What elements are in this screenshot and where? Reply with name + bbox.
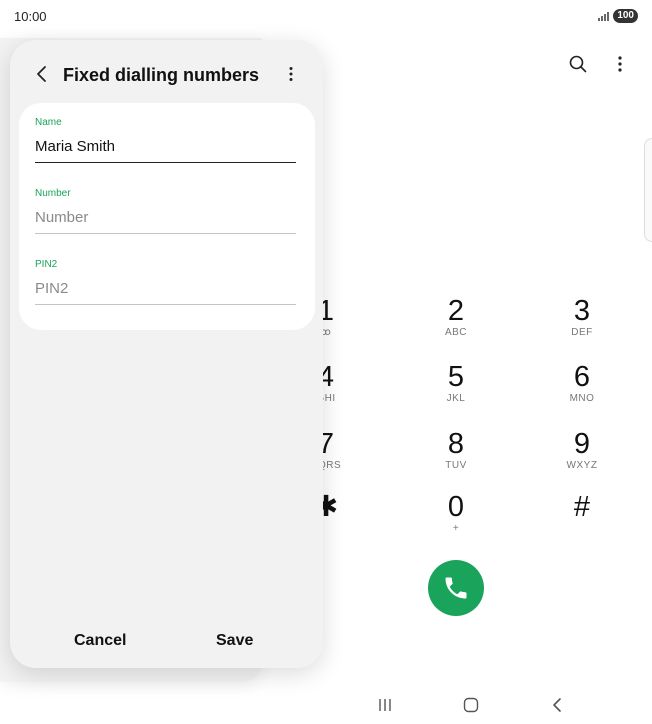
key-letters: JKL xyxy=(446,393,466,404)
number-field-group: Number xyxy=(35,188,296,234)
nav-back-icon[interactable] xyxy=(542,694,572,716)
pin2-field-group: PIN2 xyxy=(35,259,296,305)
form-card: Name Number PIN2 xyxy=(19,103,315,330)
key-letters: ABC xyxy=(444,327,468,338)
key-letters: TUV xyxy=(445,460,467,471)
fixed-dialling-dialog: Fixed dialling numbers Name Number PIN2 … xyxy=(10,40,323,668)
dialog-actions: Cancel Save xyxy=(10,632,323,656)
more-vertical-icon[interactable] xyxy=(281,63,301,85)
search-icon[interactable] xyxy=(566,52,590,76)
key-2[interactable]: 2 ABC xyxy=(396,296,516,352)
edge-panel-handle[interactable] xyxy=(644,138,652,242)
status-time: 10:00 xyxy=(14,9,47,24)
key-5[interactable]: 5 JKL xyxy=(396,362,516,418)
key-9[interactable]: 9 WXYZ xyxy=(522,429,642,485)
call-button[interactable] xyxy=(428,560,484,616)
pin2-label: PIN2 xyxy=(35,259,58,270)
key-letters: WXYZ xyxy=(566,460,598,471)
name-input[interactable] xyxy=(35,128,296,163)
key-letters: MNO xyxy=(569,393,595,404)
dialer-toolbar xyxy=(566,52,632,76)
pin2-input[interactable] xyxy=(35,270,296,305)
name-label: Name xyxy=(35,117,62,128)
more-vertical-icon[interactable] xyxy=(608,52,632,76)
key-digit: # xyxy=(573,491,591,523)
status-bar: 10:00 100 xyxy=(0,0,652,34)
key-digit: 9 xyxy=(573,428,591,460)
home-icon[interactable] xyxy=(456,694,486,716)
key-digit: 0 xyxy=(447,491,465,523)
key-digit: 5 xyxy=(447,361,465,393)
battery-badge: 100 xyxy=(613,9,638,23)
number-input[interactable] xyxy=(35,199,296,234)
cancel-button[interactable]: Cancel xyxy=(74,632,126,650)
key-hash[interactable]: # xyxy=(522,492,642,548)
name-field-group: Name xyxy=(35,117,296,163)
signal-icon xyxy=(598,11,610,21)
key-letters: DEF xyxy=(571,327,593,338)
phone-icon xyxy=(445,577,467,599)
number-label: Number xyxy=(35,188,71,199)
key-6[interactable]: 6 MNO xyxy=(522,362,642,418)
status-icons: 100 xyxy=(598,9,638,23)
navigation-bar xyxy=(326,690,652,720)
dialog-header: Fixed dialling numbers xyxy=(10,40,323,104)
recent-apps-icon[interactable] xyxy=(370,694,400,716)
key-digit: 6 xyxy=(573,361,591,393)
key-3[interactable]: 3 DEF xyxy=(522,296,642,352)
key-digit: 8 xyxy=(447,428,465,460)
key-digit: 3 xyxy=(573,295,591,327)
dialog-title: Fixed dialling numbers xyxy=(63,65,260,85)
key-digit: 2 xyxy=(447,295,465,327)
key-letters: + xyxy=(452,523,460,534)
key-8[interactable]: 8 TUV xyxy=(396,429,516,485)
save-button[interactable]: Save xyxy=(216,632,253,650)
key-0[interactable]: 0 + xyxy=(396,492,516,548)
chevron-left-icon[interactable] xyxy=(30,63,52,85)
